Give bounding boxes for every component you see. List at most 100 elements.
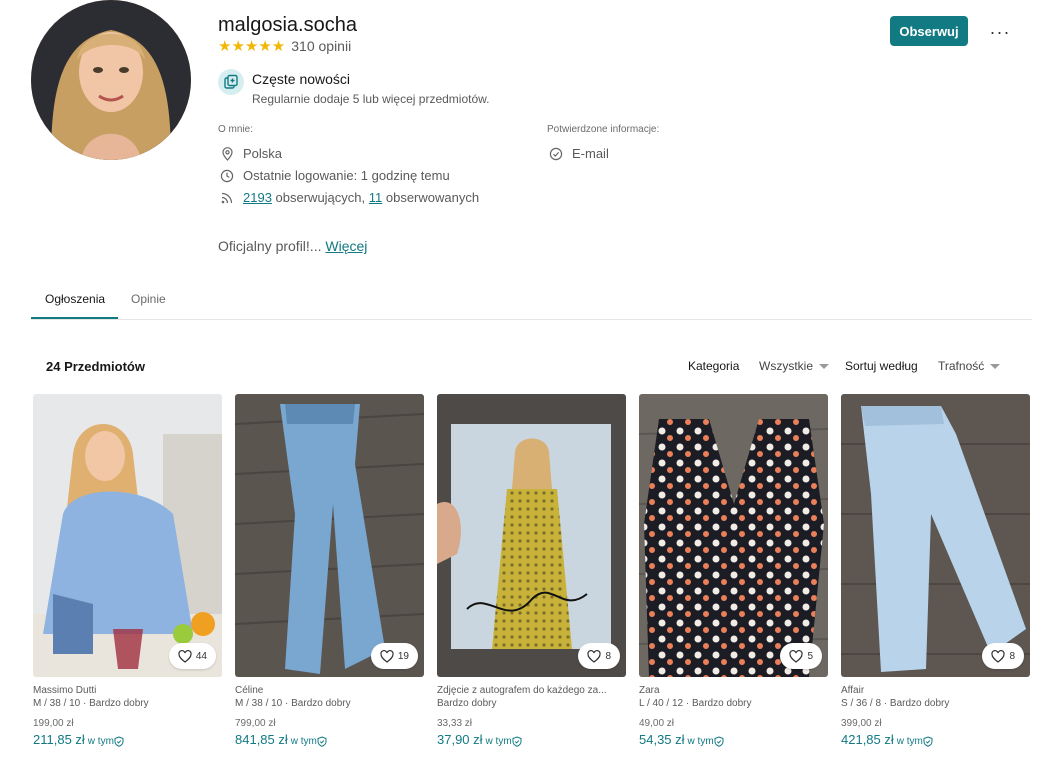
- heart-icon: [789, 649, 804, 663]
- avatar: [31, 0, 191, 160]
- heart-icon: [587, 649, 602, 663]
- buyer-protection-label: w tym: [486, 736, 522, 747]
- item-total-value: 421,85 zł: [841, 732, 894, 747]
- item-photo[interactable]: 44: [33, 394, 222, 677]
- bio: Oficjalny profil!... Więcej: [218, 238, 367, 254]
- item-price: 199,00 zł: [33, 718, 74, 729]
- tabs: Ogłoszenia Opinie: [31, 286, 1032, 320]
- chevron-down-icon: [990, 364, 1001, 370]
- followers-row: 2193 obserwujących, 11 obserwowanych: [220, 190, 479, 205]
- location-text: Polska: [243, 146, 283, 161]
- chevron-down-icon: [819, 364, 829, 370]
- item-total-price[interactable]: 841,85 zł w tym: [235, 732, 424, 747]
- item-total-value: 841,85 zł: [235, 732, 288, 747]
- item-price: 399,00 zł: [841, 718, 882, 729]
- items-count: 24 Przedmiotów: [46, 359, 145, 374]
- item-meta: M / 38 / 10 · Bardzo dobry: [33, 698, 149, 709]
- bio-more-link[interactable]: Więcej: [325, 238, 367, 254]
- item-photo[interactable]: 19: [235, 394, 424, 677]
- favourite-count: 8: [605, 650, 611, 662]
- incl-text: w tym: [485, 736, 512, 747]
- heart-icon: [380, 649, 394, 663]
- buyer-protection-label: w tym: [88, 736, 124, 747]
- sort-label: Sortuj według: [845, 359, 918, 373]
- bio-text: Oficjalny profil!...: [218, 238, 326, 254]
- heart-icon: [178, 649, 192, 663]
- tab-reviews[interactable]: Opinie: [131, 292, 166, 306]
- item-meta: S / 36 / 8 · Bardzo dobry: [841, 698, 950, 709]
- incl-text: w tym: [687, 736, 714, 747]
- sort-dropdown[interactable]: Trafność: [938, 359, 1001, 373]
- more-options-icon[interactable]: ···: [988, 22, 1012, 42]
- item-brand: Zara: [639, 685, 660, 696]
- category-value: Wszystkie: [759, 359, 813, 373]
- item-price: 799,00 zł: [235, 718, 276, 729]
- follow-button[interactable]: Obserwuj: [890, 16, 968, 46]
- favourite-count: 19: [397, 650, 409, 662]
- profile-username: malgosia.socha: [218, 14, 357, 36]
- shield-icon: [714, 736, 724, 747]
- item-brand: Zdjęcie z autografem do każdego za...: [437, 685, 607, 696]
- incl-text: w tym: [290, 736, 317, 747]
- last-login-text: Ostatnie logowanie: 1 godzinę temu: [243, 168, 450, 183]
- rating[interactable]: ★★★★★ 310 opinii: [218, 37, 351, 55]
- following-text: obserwowanych: [382, 190, 480, 205]
- following-link[interactable]: 11: [369, 190, 383, 205]
- incl-text: w tym: [87, 736, 114, 747]
- item-total-price[interactable]: 421,85 zł w tym: [841, 732, 1030, 747]
- rss-icon: [220, 191, 234, 205]
- incl-text: w tym: [896, 736, 923, 747]
- category-dropdown[interactable]: Wszystkie: [759, 359, 829, 373]
- sort-value: Trafność: [938, 359, 985, 373]
- reviews-count[interactable]: 310 opinii: [291, 38, 351, 54]
- item-total-price[interactable]: 37,90 zł w tym: [437, 732, 626, 747]
- item-brand: Massimo Dutti: [33, 685, 97, 696]
- clock-icon: [220, 169, 234, 183]
- item-card[interactable]: 44 Massimo Dutti M / 38 / 10 · Bardzo do…: [33, 394, 222, 747]
- item-brand: Affair: [841, 685, 865, 696]
- item-card[interactable]: 19 Céline M / 38 / 10 · Bardzo dobry 799…: [235, 394, 424, 747]
- tab-listings[interactable]: Ogłoszenia: [45, 292, 105, 306]
- buyer-protection-label: w tym: [897, 736, 933, 747]
- favourite-button[interactable]: 44: [168, 643, 216, 669]
- favourite-count: 8: [1009, 650, 1015, 662]
- badge-description: Regularnie dodaje 5 lub więcej przedmiot…: [252, 92, 490, 106]
- followers-link[interactable]: 2193: [243, 190, 272, 205]
- item-photo[interactable]: 8: [437, 394, 626, 677]
- item-card[interactable]: 8 Zdjęcie z autografem do każdego za... …: [437, 394, 626, 747]
- frequent-uploads-icon: [218, 69, 244, 95]
- item-total-value: 54,35 zł: [639, 732, 685, 747]
- active-tab-indicator: [31, 317, 118, 319]
- last-login-row: Ostatnie logowanie: 1 godzinę temu: [220, 168, 450, 183]
- check-circle-icon: [549, 147, 563, 161]
- item-total-price[interactable]: 54,35 zł w tym: [639, 732, 828, 747]
- favourite-button[interactable]: 8: [578, 643, 620, 669]
- item-price: 33,33 zł: [437, 718, 473, 729]
- item-meta: Bardzo dobry: [437, 698, 497, 709]
- badge-title: Częste nowości: [252, 71, 351, 87]
- item-card[interactable]: 8 Affair S / 36 / 8 · Bardzo dobry 399,0…: [841, 394, 1030, 747]
- followers-text: obserwujących,: [271, 190, 369, 205]
- buyer-protection-label: w tym: [688, 736, 724, 747]
- item-photo[interactable]: 8: [841, 394, 1030, 677]
- favourite-count: 5: [807, 650, 813, 662]
- verified-email-text: E-mail: [572, 146, 609, 161]
- item-meta: L / 40 / 12 · Bardzo dobry: [639, 698, 752, 709]
- shield-icon: [114, 736, 124, 747]
- item-total-value: 211,85 zł: [33, 732, 85, 747]
- shield-icon: [923, 736, 933, 747]
- favourite-button[interactable]: 8: [982, 643, 1024, 669]
- rating-stars: ★★★★★: [218, 38, 286, 55]
- item-meta: M / 38 / 10 · Bardzo dobry: [235, 698, 351, 709]
- item-total-price[interactable]: 211,85 zł w tym: [33, 732, 222, 747]
- item-photo[interactable]: 5: [639, 394, 828, 677]
- location-row: Polska: [220, 146, 282, 161]
- location-pin-icon: [220, 146, 234, 161]
- favourite-button[interactable]: 19: [370, 643, 418, 669]
- verified-label: Potwierdzone informacje:: [547, 124, 660, 135]
- item-card[interactable]: 5 Zara L / 40 / 12 · Bardzo dobry 49,00 …: [639, 394, 828, 747]
- item-price: 49,00 zł: [639, 718, 675, 729]
- favourite-button[interactable]: 5: [780, 643, 822, 669]
- verified-email-row: E-mail: [549, 146, 609, 161]
- about-label: O mnie:: [218, 124, 254, 135]
